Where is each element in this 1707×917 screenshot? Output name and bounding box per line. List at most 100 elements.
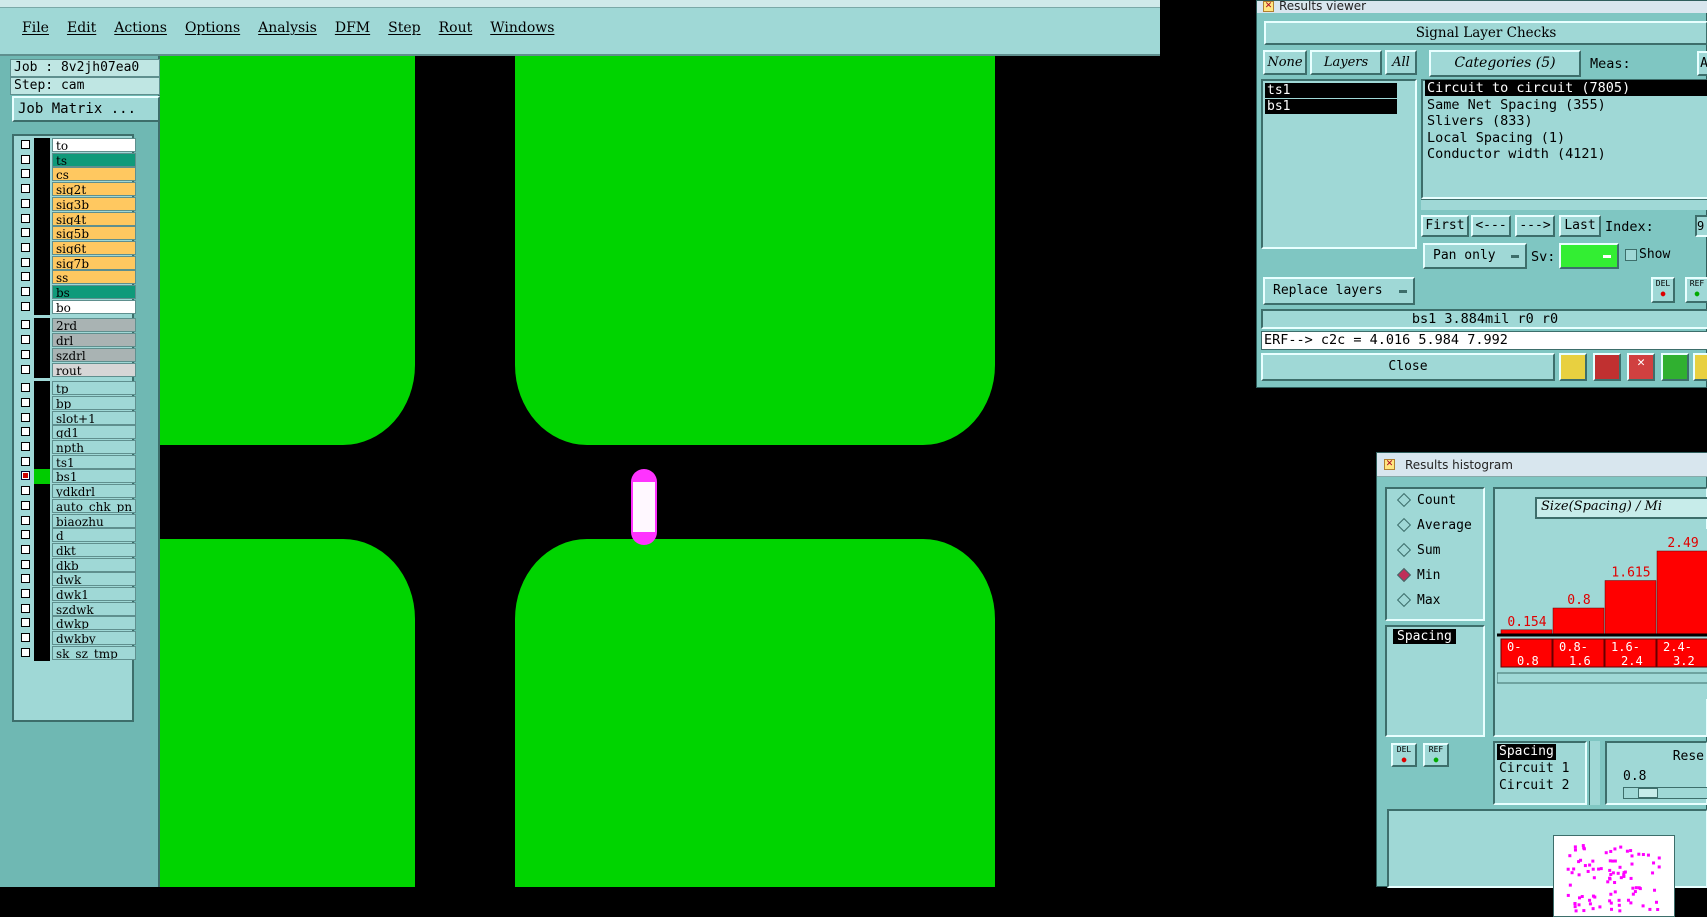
layer-checkbox[interactable]	[21, 486, 30, 496]
histogram-bottom-list[interactable]: Spacing Circuit 1 Circuit 2	[1493, 741, 1587, 805]
layer-row-sig2t[interactable]: sig2t	[16, 182, 136, 198]
layer-display-swatch[interactable]	[34, 255, 50, 271]
layer-checkbox[interactable]	[21, 589, 30, 598]
layer-checkbox[interactable]	[21, 198, 30, 208]
layer-checkbox[interactable]	[21, 213, 30, 223]
histogram-ref-button[interactable]: REF ●	[1423, 743, 1449, 767]
layer-row-ss[interactable]: ss	[16, 270, 136, 286]
layer-row-sig6t[interactable]: sig6t	[16, 240, 136, 256]
layer-row-szdwk[interactable]: szdwk	[16, 601, 136, 617]
layer-row-ydkdrl[interactable]: ydkdrl	[16, 484, 136, 500]
none-button[interactable]: None	[1263, 50, 1307, 75]
layer-row-dwk[interactable]: dwk	[16, 572, 136, 588]
layer-checkbox[interactable]	[21, 618, 30, 628]
report-icon[interactable]	[1593, 353, 1621, 381]
category-list[interactable]: Circuit to circuit (7805) Same Net Spacin…	[1421, 79, 1707, 199]
category-item[interactable]: Slivers (833)	[1425, 113, 1707, 129]
layer-row-dwkp[interactable]: dwkp	[16, 616, 136, 632]
layer-display-swatch[interactable]	[34, 167, 50, 183]
layer-checkbox[interactable]	[21, 633, 30, 643]
last-button[interactable]: Last	[1559, 215, 1601, 237]
layer-name[interactable]: d	[52, 528, 136, 543]
layer-name[interactable]: sig4t	[52, 211, 136, 226]
layer-row-sk_sz_tmp[interactable]: sk_sz_tmp	[16, 645, 136, 661]
radio-sum[interactable]: Sum	[1396, 542, 1440, 558]
layer-row-drl[interactable]: drl	[16, 333, 136, 349]
layer-name[interactable]: szdrl	[52, 347, 136, 362]
layer-name[interactable]: dwk	[52, 572, 136, 587]
layer-row-biaozhu[interactable]: biaozhu	[16, 513, 136, 529]
prev-button[interactable]: <---	[1471, 215, 1511, 237]
layer-display-swatch[interactable]	[34, 601, 50, 617]
layer-row-sig5b[interactable]: sig5b	[16, 226, 136, 242]
number-marker-icon[interactable]	[1661, 353, 1689, 381]
layer-checkbox[interactable]	[21, 349, 30, 359]
layer-checkbox[interactable]	[21, 544, 30, 554]
layer-checkbox[interactable]	[21, 287, 30, 296]
ref-button[interactable]: REF ●	[1685, 277, 1707, 303]
bottom-list-scrollbar[interactable]	[1589, 741, 1600, 805]
layers-button[interactable]: Layers	[1310, 50, 1382, 75]
layer-name[interactable]: gd1	[52, 425, 136, 440]
layer-name[interactable]: 2rd	[52, 318, 136, 333]
layer-display-swatch[interactable]	[34, 425, 50, 441]
layer-results-list[interactable]: ts1 bs1	[1261, 79, 1417, 249]
layer-checkbox[interactable]	[21, 184, 30, 194]
layer-display-swatch[interactable]	[34, 557, 50, 573]
delete-result-icon[interactable]: ✕	[1627, 353, 1655, 381]
category-scrollbar[interactable]	[1421, 199, 1707, 210]
layer-row-npth[interactable]: npth	[16, 440, 136, 455]
layer-name[interactable]: bo	[52, 299, 136, 314]
layer-checkbox[interactable]	[21, 603, 30, 613]
menu-windows[interactable]: Windows	[490, 20, 554, 36]
layer-display-swatch[interactable]	[34, 270, 50, 286]
category-item[interactable]: Circuit to circuit (7805)	[1425, 80, 1707, 96]
layer-checkbox[interactable]	[21, 397, 30, 407]
layer-checkbox[interactable]	[21, 500, 30, 510]
layer-name[interactable]: sig5b	[52, 226, 136, 241]
menu-edit[interactable]: Edit	[67, 20, 96, 36]
layer-checkbox[interactable]	[21, 471, 30, 481]
layer-display-swatch[interactable]	[34, 240, 50, 256]
result-layer-item[interactable]: bs1	[1265, 99, 1397, 114]
layer-checkbox[interactable]	[21, 412, 30, 422]
graphic-canvas[interactable]	[160, 56, 1270, 887]
radio-diamond-icon[interactable]	[1396, 542, 1412, 557]
histogram-del-button[interactable]: DEL ●	[1391, 743, 1417, 767]
menu-rout[interactable]: Rout	[439, 20, 473, 36]
meas-value[interactable]: A	[1697, 51, 1707, 76]
sv-color-dropdown[interactable]	[1559, 243, 1619, 269]
menu-step[interactable]: Step	[388, 20, 420, 36]
histogram-measure-list[interactable]: Spacing	[1385, 625, 1485, 737]
radio-count[interactable]: Count	[1396, 492, 1456, 508]
layer-row-bs1[interactable]: bs1	[16, 469, 136, 485]
radio-diamond-icon[interactable]	[1396, 517, 1412, 532]
layer-row-gd1[interactable]: gd1	[16, 425, 136, 441]
layer-checkbox[interactable]	[21, 140, 30, 149]
layer-name[interactable]: sig3b	[52, 196, 136, 211]
pan-only-dropdown[interactable]: Pan only	[1423, 243, 1527, 269]
job-matrix-button[interactable]: Job Matrix ...	[12, 96, 160, 122]
layer-display-swatch[interactable]	[34, 299, 50, 315]
radio-diamond-icon[interactable]	[1396, 567, 1412, 582]
layer-checkbox[interactable]	[21, 574, 30, 584]
layer-checkbox[interactable]	[21, 530, 30, 540]
menu-file[interactable]: File	[22, 20, 49, 36]
layer-row-dkb[interactable]: dkb	[16, 557, 136, 573]
first-button[interactable]: First	[1421, 215, 1469, 237]
layer-name[interactable]: ydkdrl	[52, 484, 136, 499]
layer-display-swatch[interactable]	[34, 333, 50, 349]
next-button[interactable]: --->	[1515, 215, 1555, 237]
layer-name[interactable]: biaozhu	[52, 513, 136, 528]
radio-diamond-icon[interactable]	[1396, 492, 1412, 507]
layer-name[interactable]: sk_sz_tmp	[52, 645, 136, 660]
layer-name[interactable]: sig6t	[52, 240, 136, 255]
layer-display-swatch[interactable]	[34, 572, 50, 588]
layer-name[interactable]: slot+1	[52, 410, 136, 425]
layer-name[interactable]: tp	[52, 381, 136, 396]
radio-max[interactable]: Max	[1396, 592, 1440, 608]
layer-checkbox[interactable]	[21, 456, 30, 466]
layer-display-swatch[interactable]	[34, 285, 50, 300]
layer-row-2rd[interactable]: 2rd	[16, 318, 136, 334]
layer-name[interactable]: npth	[52, 440, 136, 454]
